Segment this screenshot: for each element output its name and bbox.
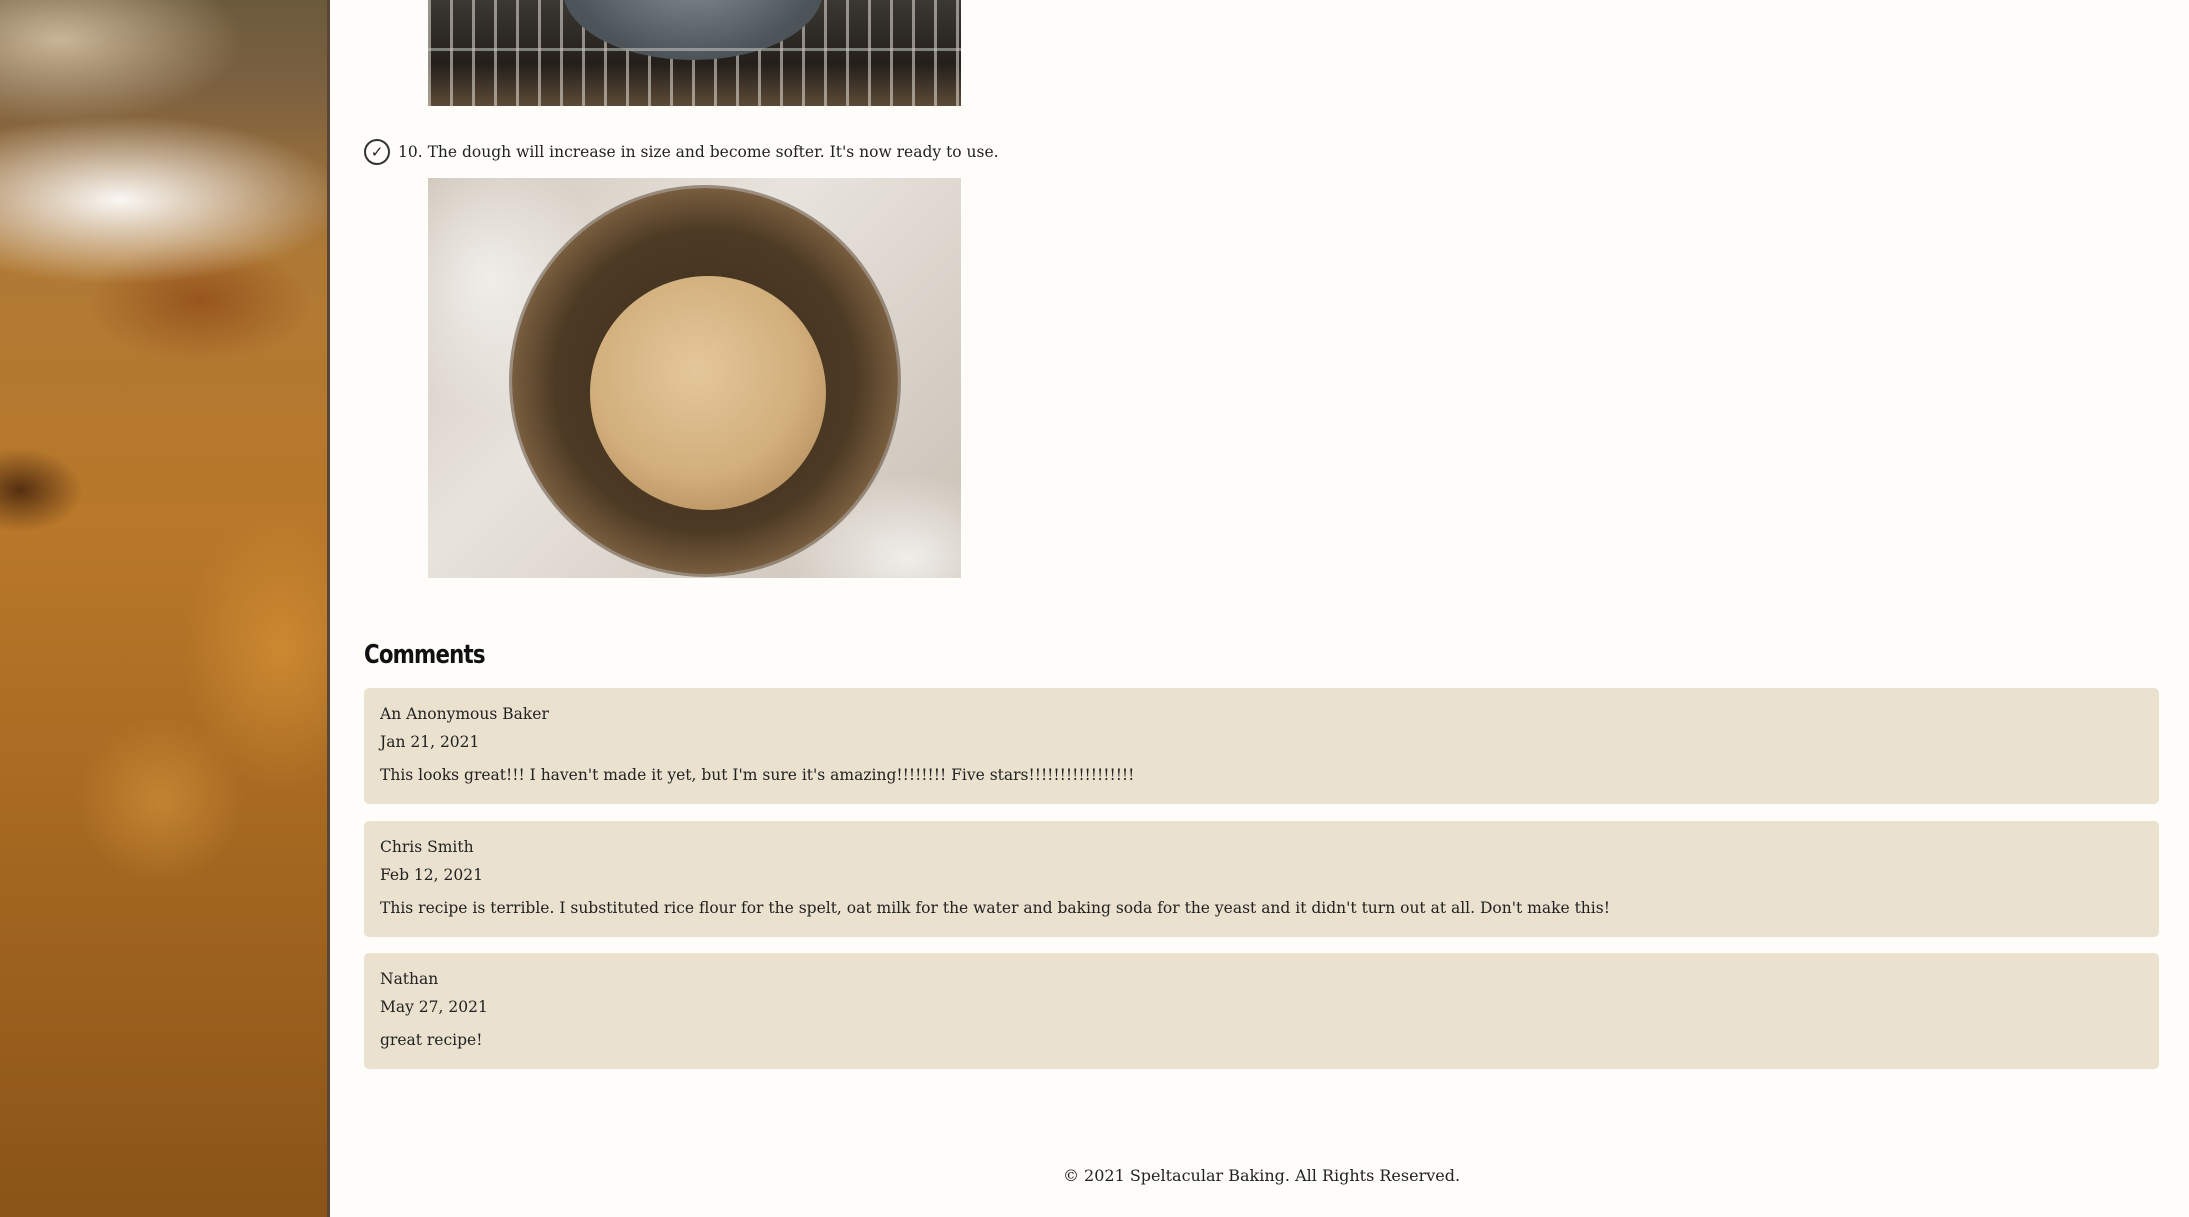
comment-text: great recipe! [380, 1031, 483, 1049]
sidebar-divider [327, 0, 330, 1217]
step-10: ✓ 10. The dough will increase in size an… [364, 139, 999, 165]
comment-author: Chris Smith [380, 838, 474, 856]
comments-heading: Comments [364, 640, 486, 670]
comment-date: Jan 21, 2021 [380, 733, 480, 751]
comment-date: Feb 12, 2021 [380, 866, 483, 884]
bowl-bottom [563, 0, 823, 60]
comment-date: May 27, 2021 [380, 998, 488, 1016]
footer-copyright: © 2021 Speltacular Baking. All Rights Re… [1062, 1166, 1461, 1185]
risen-dough [590, 276, 826, 510]
sidebar-bread-image [0, 0, 330, 1217]
comment-text: This looks great!!! I haven't made it ye… [380, 766, 1135, 784]
step-photo-oven [428, 0, 961, 106]
comment-author: Nathan [380, 970, 439, 988]
comment-card: Nathan May 27, 2021 great recipe! [364, 953, 2159, 1069]
comment-author: An Anonymous Baker [380, 705, 549, 723]
comment-card: An Anonymous Baker Jan 21, 2021 This loo… [364, 688, 2159, 804]
step-text: 10. The dough will increase in size and … [398, 143, 999, 161]
comment-card: Chris Smith Feb 12, 2021 This recipe is … [364, 821, 2159, 937]
oven-rack [428, 48, 961, 51]
step-photo-dough [428, 178, 961, 578]
check-circle-icon[interactable]: ✓ [364, 139, 390, 165]
comment-text: This recipe is terrible. I substituted r… [380, 899, 1610, 917]
